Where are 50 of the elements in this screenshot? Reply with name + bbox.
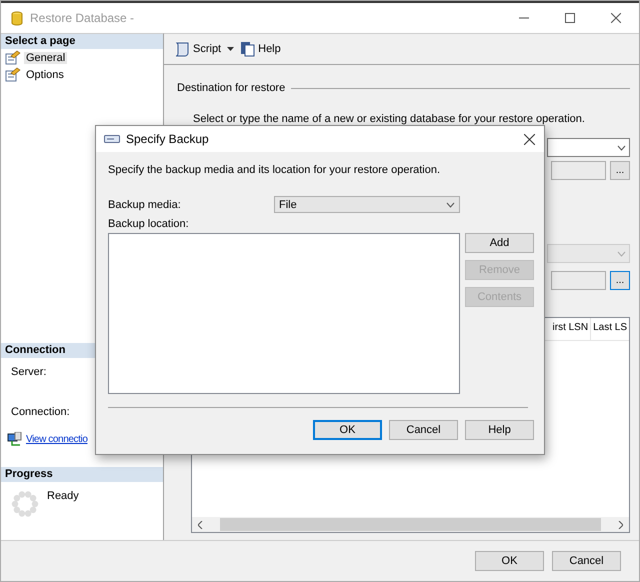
caret-icon[interactable] <box>227 47 234 51</box>
field-label: Backup location: <box>108 218 190 230</box>
input-field[interactable] <box>551 271 606 290</box>
view-connection-link[interactable]: View connectio <box>26 434 88 445</box>
section-header: Select a page <box>1 34 163 49</box>
chevron-down-icon <box>617 144 626 150</box>
chevron-left-icon <box>198 520 203 528</box>
maximize-icon <box>565 13 575 23</box>
page-item[interactable]: Options <box>24 68 66 80</box>
page-icon <box>5 50 21 65</box>
field-label: Backup media: <box>108 198 182 210</box>
section-heading: Destination for restore <box>177 82 286 94</box>
computer-icon <box>7 432 23 447</box>
backup-media-dropdown[interactable]: File <box>274 196 460 213</box>
input-field[interactable] <box>551 161 606 180</box>
page-item[interactable]: General <box>24 52 68 64</box>
dialog-button[interactable]: Help <box>465 420 534 440</box>
footer-button[interactable]: Cancel <box>552 551 621 571</box>
close-icon <box>524 134 534 144</box>
dialog-button[interactable]: OK <box>313 420 382 440</box>
chevron-down-icon <box>617 250 626 256</box>
scroll-icon <box>174 42 190 56</box>
horizontal-scrollbar[interactable] <box>192 517 629 532</box>
browse-button[interactable]: ... <box>610 161 630 180</box>
spinner-icon <box>11 490 39 518</box>
field-label: Server: <box>11 366 46 378</box>
progress-status: Ready <box>47 490 79 504</box>
window-title: Restore Database - <box>30 11 136 25</box>
field-label: Connection: <box>11 406 70 418</box>
column-header[interactable]: Last LS <box>590 318 629 340</box>
browse-button[interactable]: ... <box>610 271 630 290</box>
section-header: Progress <box>1 467 163 482</box>
page-icon <box>5 67 21 82</box>
description-text: Select or type the name of a new or existing database for your restore operation. <box>193 113 586 126</box>
drive-icon <box>104 135 120 143</box>
database-icon <box>11 10 23 26</box>
close-icon <box>611 13 621 23</box>
dialog-title: Specify Backup <box>126 132 210 146</box>
chevron-down-icon <box>446 202 455 208</box>
dialog-description: Specify the backup media and its location for your restore operation. <box>108 164 442 176</box>
database-dropdown[interactable] <box>547 138 630 157</box>
document-icon <box>240 41 256 57</box>
side-button[interactable]: Add <box>465 233 534 253</box>
help-button[interactable]: Help <box>238 41 283 57</box>
chevron-right-icon <box>618 520 623 528</box>
dialog-button[interactable]: Cancel <box>389 420 458 440</box>
column-header[interactable]: irst LSN <box>550 318 590 340</box>
footer-button[interactable]: OK <box>475 551 544 571</box>
minimize-icon <box>519 17 529 19</box>
script-button[interactable]: Script <box>172 42 224 56</box>
